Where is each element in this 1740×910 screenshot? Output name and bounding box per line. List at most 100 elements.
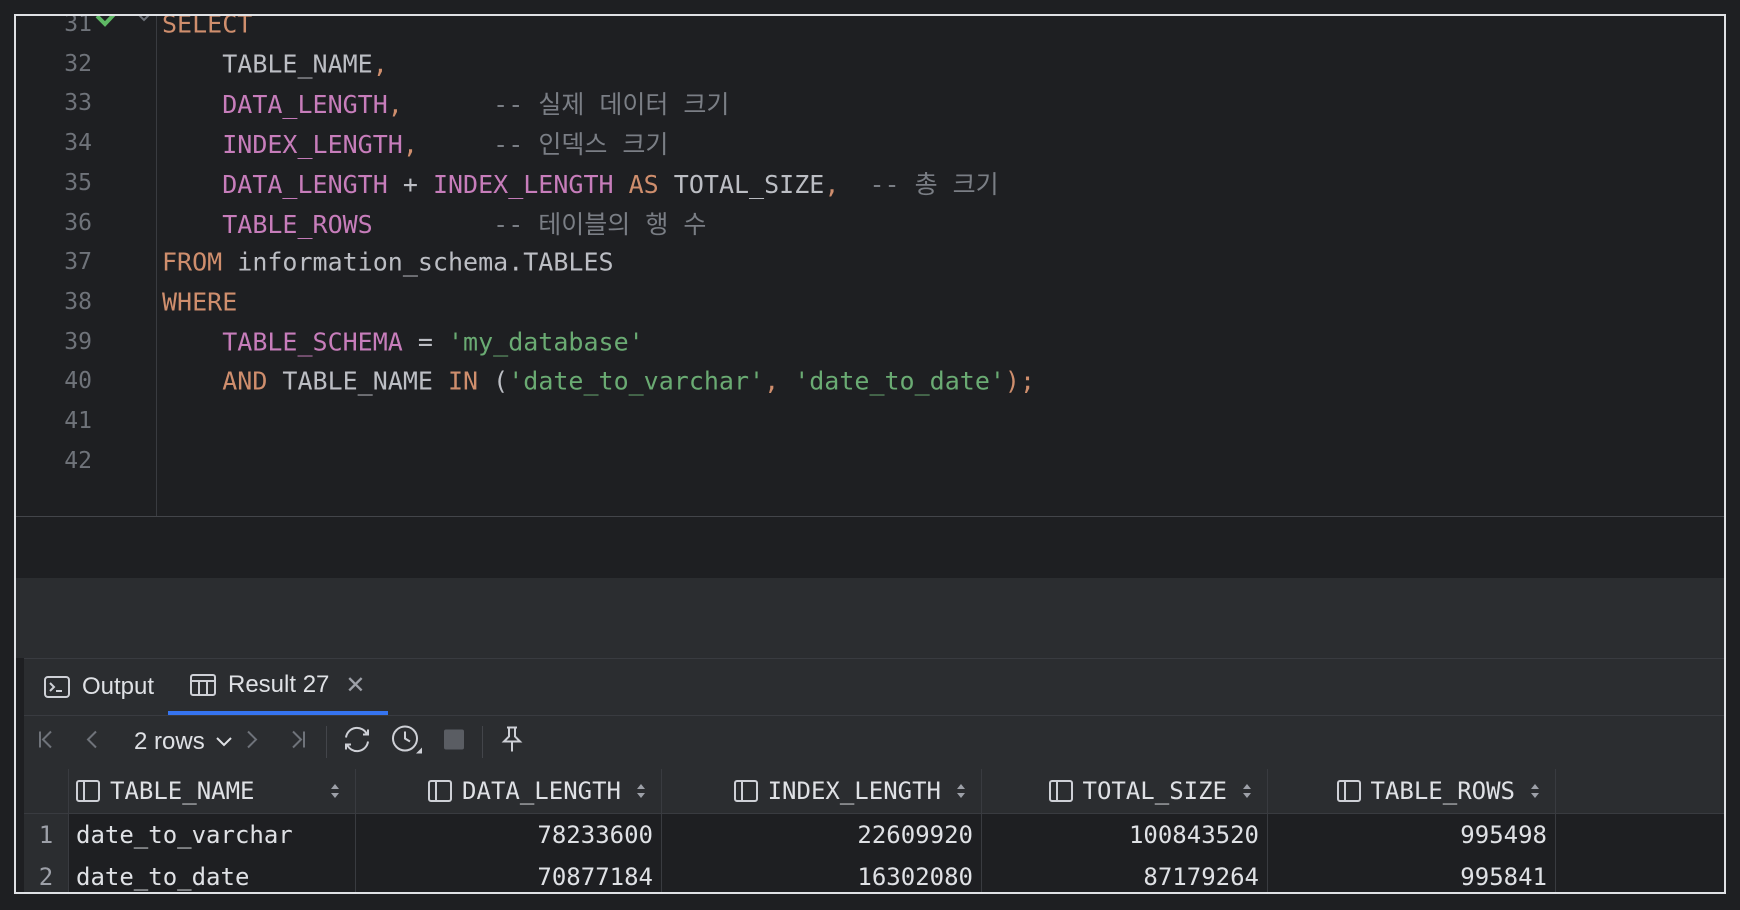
table-icon (190, 674, 216, 696)
code-line[interactable]: 34 INDEX_LENGTH, -- 인덱스 크기 (16, 121, 1724, 165)
line-number: 41 (64, 408, 92, 434)
sql-comment: -- 실제 데이터 크기 (402, 90, 730, 120)
sql-token: ); (1004, 366, 1036, 396)
tab-output-label: Output (82, 673, 155, 700)
close-icon[interactable]: ✕ (345, 671, 365, 700)
code-line[interactable]: 40 AND TABLE_NAME IN ('date_to_varchar',… (16, 359, 1724, 403)
sort-icon[interactable] (1241, 781, 1253, 801)
table-cell[interactable]: 87179264 (982, 856, 1268, 892)
table-row[interactable]: 1 date_to_varchar 78233600 22609920 10084352… (24, 814, 1724, 857)
check-icon (94, 16, 124, 32)
history-icon[interactable] (390, 724, 424, 761)
row-number: 1 (24, 814, 69, 856)
code-text: DATA_LENGTH, -- 실제 데이터 크기 (162, 85, 729, 121)
sql-comment: -- 총 크기 (839, 169, 999, 199)
pin-icon[interactable] (500, 726, 524, 759)
column-header[interactable]: TABLE_NAME (68, 769, 356, 813)
code-text: WHERE (162, 287, 237, 316)
tab-output[interactable]: Output (44, 659, 154, 715)
next-page-icon[interactable] (240, 729, 262, 756)
column-header[interactable]: TOTAL_SIZE (982, 769, 1268, 813)
table-cell[interactable]: date_to_date (68, 856, 356, 892)
first-page-icon[interactable] (36, 729, 58, 756)
sql-token: WHERE (162, 287, 238, 317)
code-line[interactable]: 38 WHERE (16, 280, 1724, 324)
table-cell[interactable]: 16302080 (662, 856, 982, 892)
last-page-icon[interactable] (286, 729, 308, 756)
line-number: 34 (64, 130, 92, 157)
rows-count-label: 2 rows (134, 728, 205, 755)
sql-token: AND (222, 366, 268, 396)
code-text: INDEX_LENGTH, -- 인덱스 크기 (162, 125, 668, 161)
column-header[interactable]: INDEX_LENGTH (662, 769, 982, 813)
sql-token: ( (478, 366, 509, 396)
code-line[interactable]: 33 DATA_LENGTH, -- 실제 데이터 크기 (16, 81, 1724, 125)
table-cell[interactable]: 22609920 (662, 814, 982, 856)
table-cell[interactable]: 995841 (1268, 856, 1556, 892)
prev-page-icon[interactable] (82, 729, 104, 756)
column-header-label: INDEX_LENGTH (767, 777, 941, 805)
code-line[interactable]: 36 TABLE_ROWS -- 테이블의 행 수 (16, 201, 1724, 245)
sort-icon[interactable] (329, 781, 341, 801)
code-text: AND TABLE_NAME IN ('date_to_varchar', 'd… (162, 367, 1035, 396)
code-line[interactable]: 32 TABLE_NAME, (16, 42, 1724, 86)
code-line[interactable]: 42 (16, 439, 1724, 483)
line-number: 33 (64, 90, 92, 117)
fold-chevron-icon[interactable] (134, 16, 154, 27)
toolbar-separator (326, 726, 327, 758)
rows-count-select[interactable]: 2 rows (134, 728, 233, 756)
tab-result[interactable]: Result 27 ✕ (168, 659, 388, 715)
table-cell[interactable]: date_to_varchar (68, 814, 356, 856)
grid-header: TABLE_NAME DATA_LENGTH INDEX_LENGTH TOTAL_S… (24, 769, 1724, 814)
code-text: TABLE_ROWS -- 테이블의 행 수 (162, 205, 706, 241)
column-header[interactable]: TABLE_ROWS (1268, 769, 1556, 813)
code-line[interactable]: 41 (16, 399, 1724, 443)
sort-icon[interactable] (955, 781, 967, 801)
editor-footer (16, 517, 1724, 578)
sql-token: = (402, 327, 448, 357)
sql-token: INDEX_LENGTH (432, 169, 614, 199)
refresh-icon[interactable] (340, 725, 374, 760)
table-cell[interactable]: 78233600 (356, 814, 662, 856)
code-line[interactable]: 37 FROM information_schema.TABLES (16, 240, 1724, 284)
table-cell[interactable]: 995498 (1268, 814, 1556, 856)
result-grid: TABLE_NAME DATA_LENGTH INDEX_LENGTH TOTAL_S… (24, 769, 1724, 892)
sql-token: + (387, 169, 433, 199)
code-text: TABLE_SCHEMA = 'my_database' (162, 327, 643, 357)
line-number: 40 (64, 368, 92, 395)
table-cell[interactable]: 70877184 (356, 856, 662, 892)
line-number: 32 (64, 50, 92, 77)
sql-token: INDEX_LENGTH (222, 130, 403, 160)
splitter-area (16, 578, 1724, 658)
row-number: 2 (24, 856, 69, 892)
column-icon (1336, 780, 1361, 802)
column-header[interactable]: DATA_LENGTH (356, 769, 662, 813)
sql-token: , (824, 169, 840, 199)
sort-icon[interactable] (1529, 781, 1541, 801)
sql-token: , (402, 130, 418, 160)
sql-token: TABLE_NAME (267, 366, 448, 396)
table-cell[interactable]: 100843520 (982, 814, 1268, 856)
code-line[interactable]: 39 TABLE_SCHEMA = 'my_database' (16, 320, 1724, 364)
results-tabs: Output Result 27 ✕ (24, 659, 1724, 716)
code-text: FROM information_schema.TABLES (162, 248, 614, 277)
sql-token: TABLE_NAME (222, 49, 373, 79)
code-line[interactable]: 35 DATA_LENGTH + INDEX_LENGTH AS TOTAL_S… (16, 161, 1724, 205)
line-number: 38 (64, 288, 92, 315)
sql-editor[interactable]: 31 SELECT 32 TABLE_NAME, 33 DATA_LENGTH, --… (16, 16, 1724, 516)
column-icon (76, 780, 100, 802)
stop-icon[interactable] (442, 728, 466, 757)
sql-token: DATA_LENGTH (222, 169, 388, 199)
sort-icon[interactable] (635, 781, 647, 801)
column-header-label: DATA_LENGTH (462, 777, 621, 805)
sql-comment: -- 테이블의 행 수 (372, 209, 707, 239)
column-header-label: TOTAL_SIZE (1082, 777, 1228, 805)
sql-token: SELECT (162, 14, 253, 39)
table-row[interactable]: 2 date_to_date 70877184 16302080 87179264 995… (24, 856, 1724, 892)
code-text: DATA_LENGTH + INDEX_LENGTH AS TOTAL_SIZE… (162, 165, 999, 201)
